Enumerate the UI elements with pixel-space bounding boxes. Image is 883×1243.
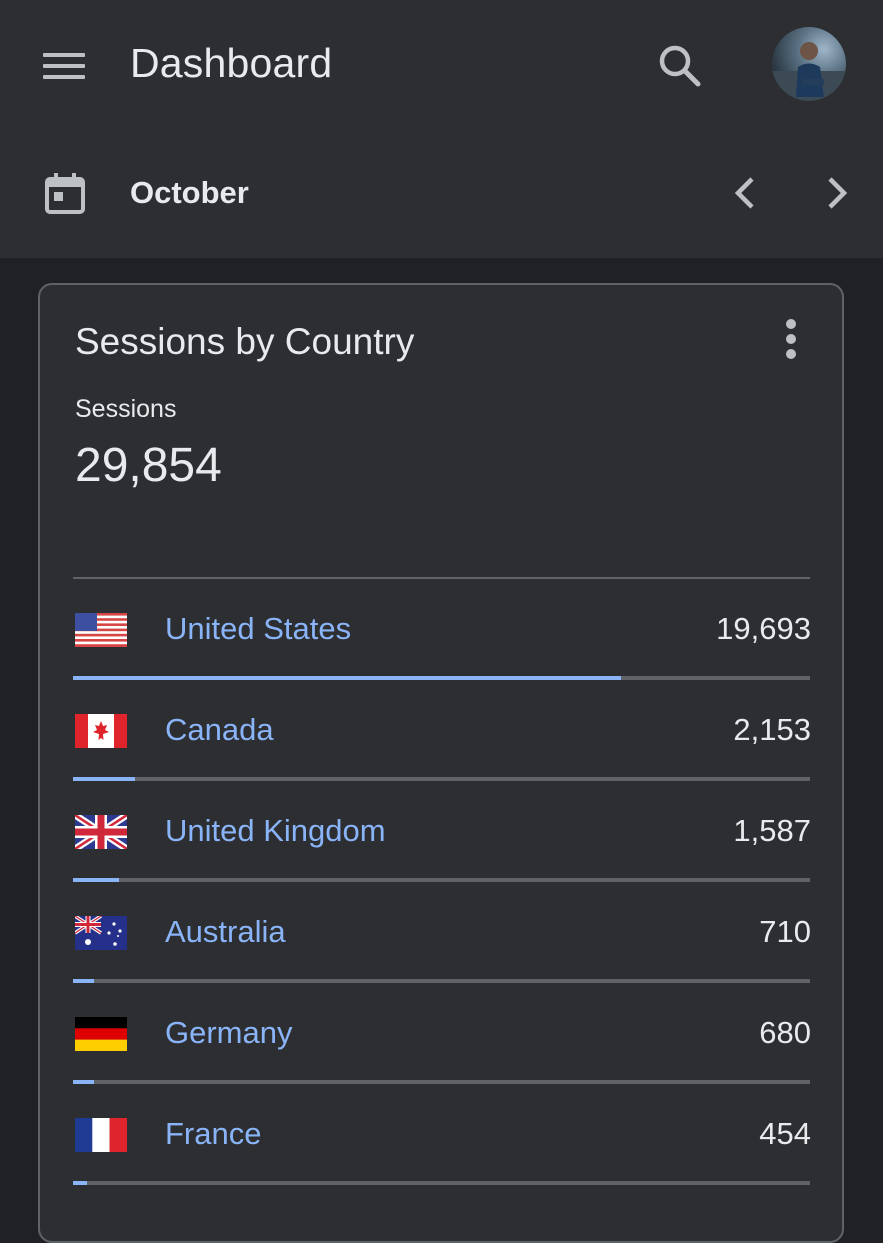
country-name[interactable]: Canada [165, 712, 274, 748]
country-name[interactable]: United Kingdom [165, 813, 386, 849]
share-bar-fill [73, 1181, 87, 1185]
country-value: 1,587 [733, 813, 811, 848]
card-title: Sessions by Country [75, 321, 415, 362]
avatar[interactable] [772, 27, 846, 101]
page-title: Dashboard [130, 40, 333, 86]
australia-flag-icon [75, 916, 127, 950]
share-bar-fill [73, 676, 621, 680]
metric-value: 29,854 [75, 439, 222, 492]
country-value: 2,153 [733, 712, 811, 747]
uk-flag-icon [75, 815, 127, 849]
country-value: 680 [759, 1015, 811, 1050]
share-bar-track [73, 878, 810, 882]
sessions-by-country-card: Sessions by Country Sessions 29,854 Unit… [38, 283, 844, 1243]
country-row-united-states[interactable]: United States 19,693 [40, 583, 846, 684]
share-bar-track [73, 979, 810, 983]
country-row-germany[interactable]: Germany 680 [40, 987, 846, 1088]
share-bar-track [73, 777, 810, 781]
search-icon[interactable] [654, 40, 706, 92]
canada-flag-icon [75, 714, 127, 748]
share-bar-track [73, 1080, 810, 1084]
country-value: 19,693 [716, 611, 811, 646]
chevron-right-icon[interactable] [820, 172, 854, 214]
country-row-canada[interactable]: Canada 2,153 [40, 684, 846, 785]
country-name[interactable]: United States [165, 611, 351, 647]
app-bar: Dashboard October [0, 0, 883, 258]
country-row-united-kingdom[interactable]: United Kingdom 1,587 [40, 785, 846, 886]
country-name[interactable]: Germany [165, 1015, 292, 1051]
country-row-australia[interactable]: Australia 710 [40, 886, 846, 987]
menu-icon[interactable] [40, 44, 88, 86]
country-value: 454 [759, 1116, 811, 1151]
metric-label: Sessions [75, 395, 177, 423]
country-name[interactable]: Australia [165, 914, 286, 950]
share-bar-fill [73, 777, 135, 781]
selected-month[interactable]: October [130, 175, 249, 211]
country-row-france[interactable]: France 454 [40, 1088, 846, 1189]
country-value: 710 [759, 914, 811, 949]
share-bar-track [73, 676, 810, 680]
us-flag-icon [75, 613, 127, 647]
chevron-left-icon[interactable] [728, 172, 762, 214]
germany-flag-icon [75, 1017, 127, 1051]
share-bar-fill [73, 1080, 94, 1084]
divider [73, 577, 810, 579]
france-flag-icon [75, 1118, 127, 1152]
share-bar-fill [73, 979, 95, 983]
more-vert-icon[interactable] [777, 317, 805, 361]
calendar-icon[interactable] [45, 172, 85, 214]
country-name[interactable]: France [165, 1116, 261, 1152]
share-bar-track [73, 1181, 810, 1185]
share-bar-fill [73, 878, 120, 882]
